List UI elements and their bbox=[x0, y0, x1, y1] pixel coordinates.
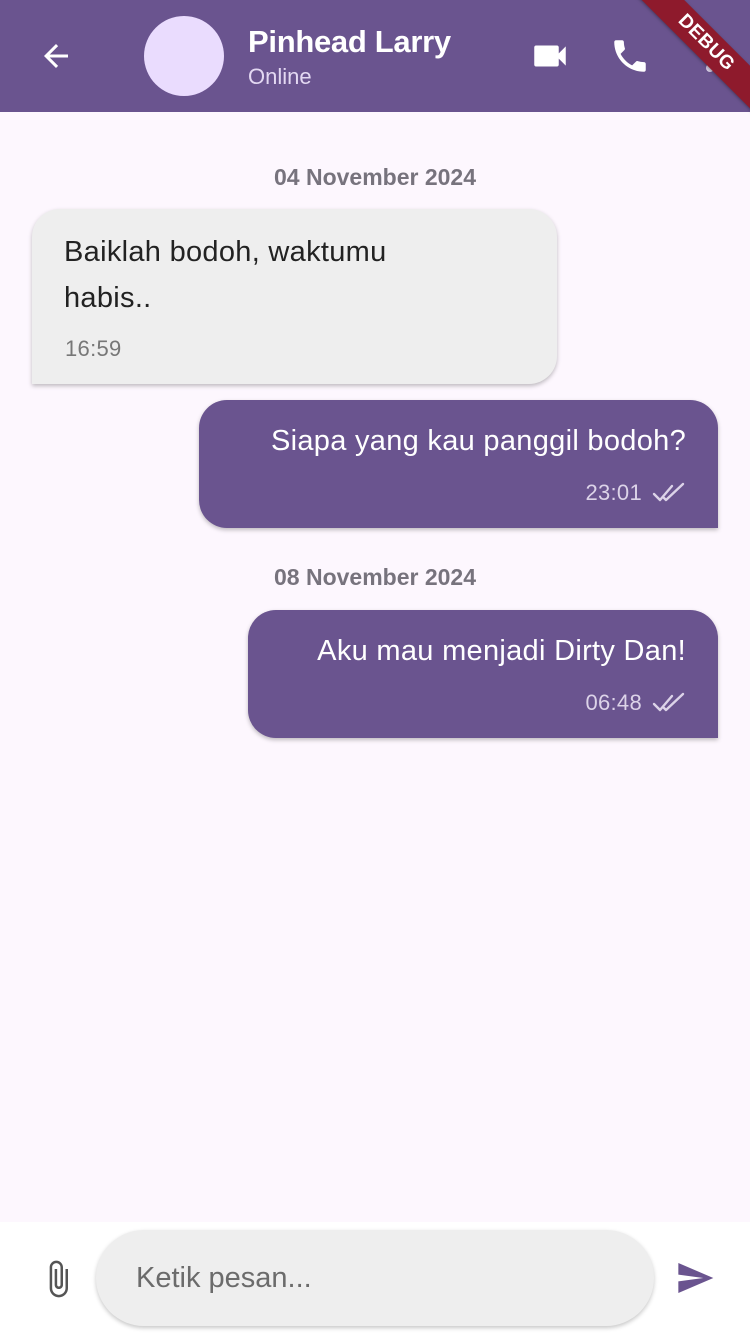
message-composer bbox=[0, 1222, 750, 1334]
message-input[interactable] bbox=[96, 1230, 654, 1326]
message-time: 23:01 bbox=[585, 480, 642, 505]
date-separator: 04 November 2024 bbox=[273, 164, 476, 190]
message-meta: 23:01 bbox=[585, 480, 686, 506]
attach-button[interactable] bbox=[36, 1256, 80, 1302]
message-bubble-incoming[interactable]: Baiklah bodoh, waktumu habis.. 16:59 bbox=[32, 209, 557, 384]
message-bubble-outgoing[interactable]: Siapa yang kau panggil bodoh? 23:01 bbox=[199, 400, 718, 528]
paperclip-icon bbox=[49, 1260, 68, 1298]
double-check-icon bbox=[652, 692, 685, 712]
contact-name[interactable]: Pinhead Larry bbox=[248, 24, 451, 60]
message-text: Baiklah bodoh, waktumu habis.. bbox=[64, 236, 387, 314]
message-time: 16:59 bbox=[65, 336, 122, 361]
contact-avatar[interactable] bbox=[144, 16, 224, 96]
back-button[interactable] bbox=[30, 30, 82, 82]
contact-status: Online bbox=[248, 64, 312, 89]
chat-screen: Pinhead Larry Online DEBUG 04 November 2… bbox=[0, 0, 750, 1334]
phone-icon bbox=[614, 40, 646, 72]
arrow-back-icon bbox=[44, 44, 68, 68]
message-meta: 06:48 bbox=[585, 690, 686, 716]
message-text: Siapa yang kau panggil bodoh? bbox=[270, 425, 686, 457]
double-check-icon bbox=[652, 482, 685, 502]
send-icon bbox=[678, 1263, 714, 1293]
message-text: Aku mau menjadi Dirty Dan! bbox=[317, 635, 686, 667]
message-bubble-outgoing[interactable]: Aku mau menjadi Dirty Dan! 06:48 bbox=[248, 610, 718, 738]
date-separator: 08 November 2024 bbox=[273, 564, 476, 590]
message-time: 06:48 bbox=[585, 690, 642, 715]
video-call-button[interactable] bbox=[526, 34, 574, 78]
app-bar: Pinhead Larry Online bbox=[0, 0, 750, 112]
send-button[interactable] bbox=[670, 1256, 720, 1300]
videocam-icon bbox=[534, 45, 566, 67]
voice-call-button[interactable] bbox=[606, 32, 654, 80]
